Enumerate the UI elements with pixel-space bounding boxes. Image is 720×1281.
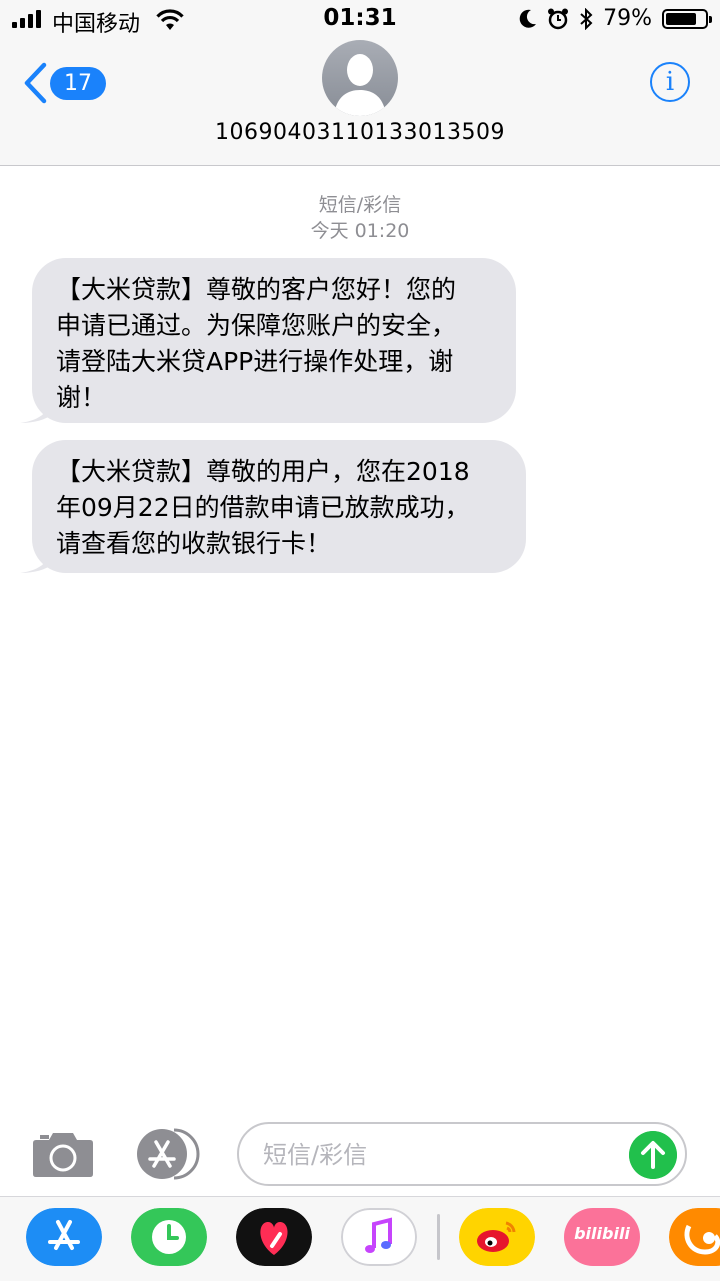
app-store-icon[interactable] — [136, 1128, 200, 1180]
bluetooth-icon — [580, 7, 593, 30]
message-line: 申请已通过。为保障您账户的安全， — [56, 311, 457, 340]
status-bar: 中国移动 01:31 79% — [0, 0, 720, 40]
info-icon[interactable]: i — [650, 62, 690, 102]
message-bubble[interactable]: 【大米贷款】尊敬的客户您好！您的 申请已通过。为保障您账户的安全， 请登陆大米贷… — [20, 258, 516, 423]
service-label: 短信/彩信 — [318, 194, 402, 216]
app-store-app-icon[interactable] — [26, 1208, 102, 1266]
uc-browser-app-icon[interactable] — [669, 1208, 720, 1266]
back-button[interactable]: 17 — [22, 62, 106, 104]
message-input[interactable] — [261, 1134, 615, 1176]
bilibili-app-icon[interactable]: bilibili — [564, 1208, 640, 1266]
unread-count-badge: 17 — [50, 66, 106, 100]
message-timestamp: 今天 01:20 — [310, 220, 410, 242]
message-line: 【大米贷款】尊敬的用户，您在2018 — [56, 457, 470, 486]
bilibili-logo-text: bilibili — [574, 1224, 630, 1243]
app-drawer-divider — [437, 1214, 440, 1260]
conversation-header: 17 10690403110133013509 i — [0, 40, 720, 166]
moon-icon — [519, 9, 537, 28]
message-line: 请登陆大米贷APP进行操作处理，谢 — [56, 347, 454, 376]
camera-icon[interactable] — [32, 1130, 94, 1178]
contact-number[interactable]: 10690403110133013509 — [0, 120, 720, 145]
weibo-app-icon[interactable] — [459, 1208, 535, 1266]
message-input-field[interactable] — [237, 1122, 687, 1186]
alarm-icon — [548, 8, 569, 29]
back-chevron-icon — [24, 62, 47, 104]
activity-clock-app-icon[interactable] — [131, 1208, 207, 1266]
send-arrow-icon[interactable] — [629, 1131, 677, 1179]
message-line: 请查看您的收款银行卡！ — [56, 529, 332, 558]
contact-avatar-icon[interactable] — [322, 40, 398, 116]
music-app-icon[interactable] — [341, 1208, 417, 1266]
message-line: 【大米贷款】尊敬的客户您好！您的 — [56, 275, 457, 304]
message-line: 谢！ — [56, 383, 107, 412]
digital-touch-heart-app-icon[interactable] — [236, 1208, 312, 1266]
message-bubble[interactable]: 【大米贷款】尊敬的用户，您在2018 年09月22日的借款申请已放款成功， 请查… — [20, 440, 526, 573]
battery-icon — [662, 8, 712, 29]
battery-percent: 79% — [603, 6, 652, 31]
message-line: 年09月22日的借款申请已放款成功， — [56, 493, 470, 522]
